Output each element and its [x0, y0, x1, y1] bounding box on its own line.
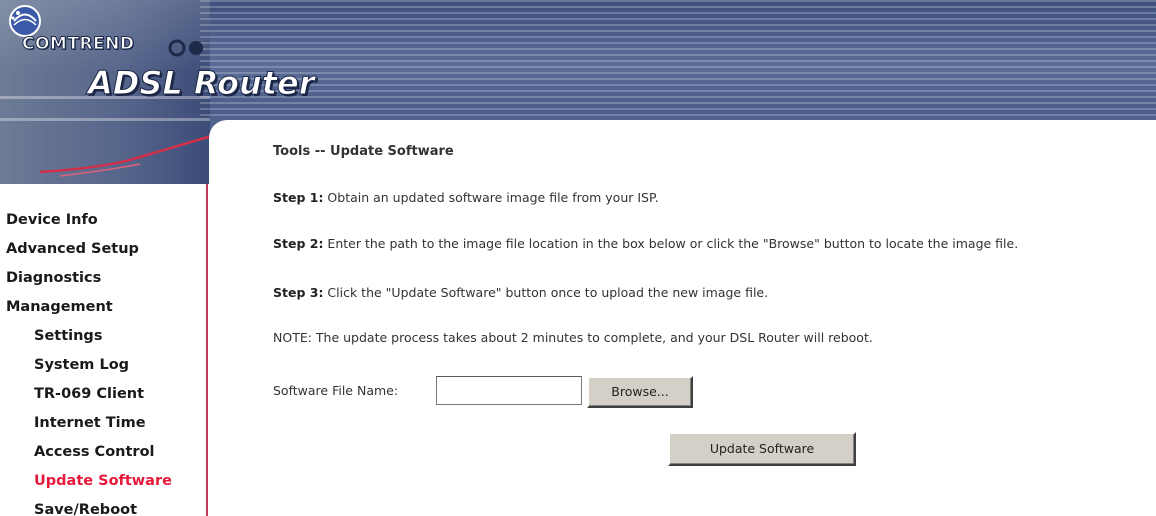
brand-name: COMTREND — [21, 34, 135, 55]
sidebar-item-tr-069-client[interactable]: TR-069 Client — [0, 380, 206, 409]
sidebar-item-device-info[interactable]: Device Info — [0, 206, 206, 235]
sidebar-item-access-control[interactable]: Access Control — [0, 438, 206, 467]
update-software-button[interactable]: Update Software — [668, 432, 856, 466]
software-file-input[interactable] — [436, 376, 582, 405]
red-swoosh-decoration — [40, 130, 226, 177]
step-1-text: Obtain an updated software image file fr… — [323, 190, 659, 205]
browse-button[interactable]: Browse... — [587, 376, 693, 408]
nav-list: Device Info Advanced Setup Diagnostics Mana… — [0, 206, 206, 516]
sidebar-item-system-log[interactable]: System Log — [0, 351, 206, 380]
page-title: Tools -- Update Software — [273, 144, 454, 159]
step-3-label: Step 3: — [273, 285, 324, 300]
file-name-label: Software File Name: — [273, 383, 399, 398]
step-2-label: Step 2: — [273, 236, 324, 251]
step-2-text: Enter the path to the image file locatio… — [323, 236, 1019, 251]
step-3: Step 3: Click the "Update Software" butt… — [273, 285, 768, 300]
sidebar-item-management[interactable]: Management — [0, 293, 206, 322]
sidebar-item-update-software[interactable]: Update Software — [0, 467, 206, 496]
brand-circles-icon — [168, 39, 203, 57]
step-1-label: Step 1: — [273, 190, 324, 205]
main-content: Tools -- Update Software Step 1: Obtain … — [273, 0, 1153, 516]
step-3-text: Click the "Update Software" button once … — [323, 285, 769, 300]
sidebar-item-advanced-setup[interactable]: Advanced Setup — [0, 235, 206, 264]
step-2: Step 2: Enter the path to the image file… — [273, 236, 1018, 251]
sidebar-item-internet-time[interactable]: Internet Time — [0, 409, 206, 438]
sidebar-item-save-reboot[interactable]: Save/Reboot — [0, 496, 206, 516]
sidebar-item-settings[interactable]: Settings — [0, 322, 206, 351]
sidebar-nav: Device Info Advanced Setup Diagnostics Mana… — [0, 184, 208, 516]
comtrend-logo-icon — [9, 5, 41, 37]
step-1: Step 1: Obtain an updated software image… — [273, 190, 659, 205]
update-note: NOTE: The update process takes about 2 m… — [273, 330, 873, 345]
sidebar-item-diagnostics[interactable]: Diagnostics — [0, 264, 206, 293]
